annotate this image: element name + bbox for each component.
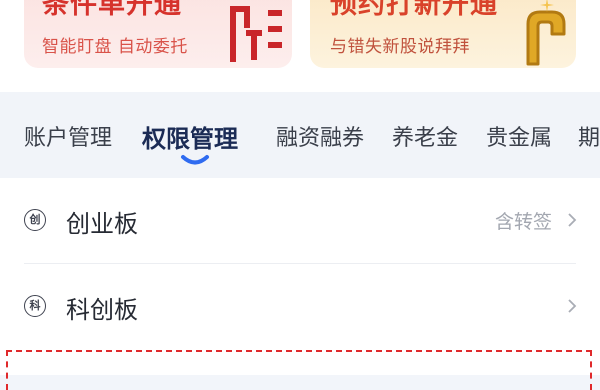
promo-banner-strip: 条件单开通 智能盯盘 自动委托 预约打新开通 与错失新股说拜拜 [0, 0, 600, 92]
list-item-star-market[interactable]: 科 科创板 [0, 264, 600, 350]
highlight-outline [6, 350, 592, 390]
list-item-chinext[interactable]: 创 创业板 含转签 [0, 178, 600, 264]
ipo-reservation-banner[interactable]: 预约打新开通 与错失新股说拜拜 [310, 0, 576, 68]
category-tab-bar: 账户管理 权限管理 融资融券 养老金 贵金属 期 [0, 92, 600, 178]
tab-account-management[interactable]: 账户管理 [24, 120, 112, 152]
list-item-label: 科创板 [66, 296, 138, 324]
chinext-badge-icon: 创 [24, 209, 46, 231]
tab-pension[interactable]: 养老金 [392, 120, 458, 152]
tab-margin-trading[interactable]: 融资融券 [276, 120, 364, 152]
hand-pointer-icon [526, 0, 566, 66]
chevron-right-icon [568, 213, 577, 227]
chevron-right-icon [568, 299, 577, 313]
active-tab-indicator [181, 155, 209, 165]
star-market-badge-icon: 科 [24, 295, 46, 317]
banner-title: 预约打新开通 [330, 0, 498, 20]
banner-title: 条件单开通 [42, 0, 182, 20]
tab-futures[interactable]: 期 [578, 120, 600, 152]
list-item-status: 含转签 [494, 211, 552, 233]
chart-icon [230, 6, 282, 62]
tab-precious-metals[interactable]: 贵金属 [486, 120, 552, 152]
conditional-order-banner[interactable]: 条件单开通 智能盯盘 自动委托 [24, 0, 292, 68]
tab-permission-management[interactable]: 权限管理 [142, 119, 238, 154]
banner-subtitle: 智能盯盘 自动委托 [42, 37, 188, 57]
banner-subtitle: 与错失新股说拜拜 [330, 37, 470, 57]
permission-list: 创 创业板 含转签 科 科创板 [0, 178, 600, 375]
list-item-label: 创业板 [66, 210, 138, 238]
